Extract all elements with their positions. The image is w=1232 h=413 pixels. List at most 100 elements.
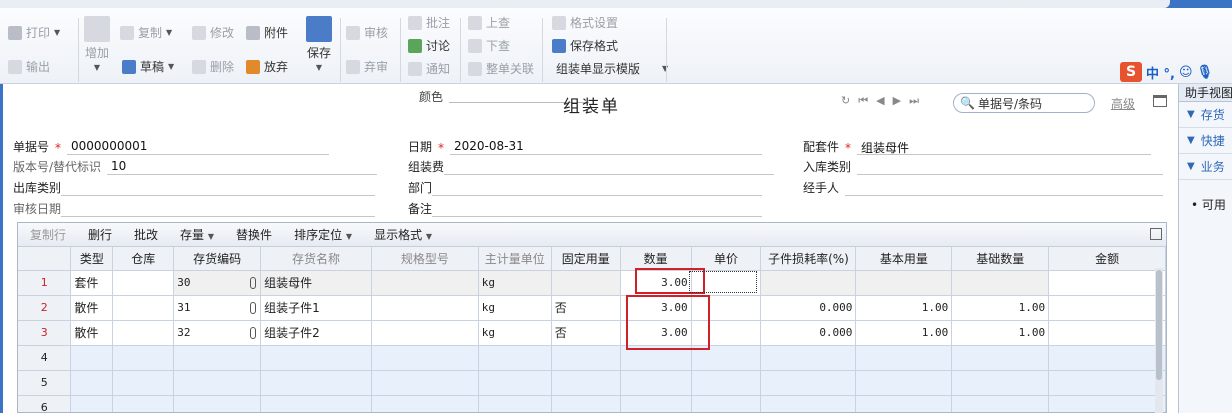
- format-icon: [552, 15, 566, 30]
- stock-button[interactable]: 存量 ▼: [180, 226, 214, 243]
- next-record-icon[interactable]: ▶: [893, 94, 901, 108]
- refresh-icon[interactable]: ↻: [841, 94, 850, 108]
- unaudit-button[interactable]: 弃审: [346, 58, 388, 75]
- save-format-button[interactable]: 保存格式: [552, 37, 618, 54]
- col-type[interactable]: 类型: [70, 247, 114, 271]
- remark-field[interactable]: 备注: [408, 200, 763, 217]
- scrollbar-thumb[interactable]: [1156, 270, 1162, 380]
- add-button[interactable]: 增加 ▼: [84, 16, 110, 72]
- col-amount[interactable]: 金额: [1048, 247, 1166, 271]
- assistant-panel: 助手视图 ▼ 存货 ▼ 快捷 ▼ 业务 • 可用: [1178, 84, 1232, 413]
- sort-button[interactable]: 排序定位 ▼: [294, 226, 352, 243]
- dept-field[interactable]: 部门: [408, 179, 763, 196]
- lookup-up-button[interactable]: 上查: [468, 14, 510, 31]
- col-base-usage[interactable]: 基本用量: [855, 247, 953, 271]
- output-button[interactable]: 输出: [8, 58, 50, 75]
- table-row-empty[interactable]: 4: [18, 345, 1166, 371]
- ime-bar[interactable]: S 中 °, ☺ 🎙: [1120, 62, 1213, 82]
- items-grid: 复制行 删行 批改 存量 ▼ 替换件 排序定位 ▼ 显示格式 ▼ 类型 仓库 存…: [17, 222, 1167, 413]
- paperclip-icon[interactable]: [250, 276, 257, 289]
- export-icon: [8, 59, 22, 74]
- mic-icon[interactable]: 🎙: [1197, 65, 1214, 80]
- col-fixed[interactable]: 固定用量: [551, 247, 621, 271]
- save-format-icon: [552, 38, 566, 53]
- expand-icon[interactable]: [1150, 228, 1162, 240]
- delete-row-button[interactable]: 删行: [88, 226, 112, 243]
- ime-status: 中 °,: [1146, 66, 1175, 82]
- prev-record-icon[interactable]: ◀: [876, 94, 884, 108]
- assistant-body: • 可用: [1191, 198, 1226, 212]
- assistant-section-stock[interactable]: ▼ 存货: [1179, 102, 1232, 128]
- display-format-button[interactable]: 显示格式 ▼: [374, 226, 432, 243]
- smiley-icon[interactable]: ☺: [1179, 65, 1193, 80]
- search-input[interactable]: 🔍 单据号/条码: [953, 93, 1095, 113]
- table-row[interactable]: 3 散件 32 组装子件2 kg 否 3.00 0.000 1.00 1.00: [18, 320, 1166, 346]
- out-type-field[interactable]: 出库类别: [13, 179, 376, 196]
- grid-toolbar: 复制行 删行 批改 存量 ▼ 替换件 排序定位 ▼ 显示格式 ▼: [18, 223, 1166, 247]
- document-area: 颜色 组装单 ↻ ⏮ ◀ ▶ ⏭ 🔍 单据号/条码 高级 单据号 * 0000000…: [0, 84, 1178, 413]
- whole-link-button[interactable]: 整单关联: [468, 60, 534, 77]
- notify-button[interactable]: 通知: [408, 60, 450, 77]
- audit-icon: [346, 25, 360, 40]
- table-row-empty[interactable]: 5: [18, 370, 1166, 396]
- delete-icon: [192, 59, 206, 74]
- col-code[interactable]: 存货编码: [173, 247, 262, 271]
- discard-button[interactable]: 放弃: [246, 58, 288, 75]
- col-warehouse[interactable]: 仓库: [112, 247, 175, 271]
- draft-icon: [122, 59, 136, 74]
- layout-icon[interactable]: [1153, 95, 1167, 107]
- advanced-link[interactable]: 高级: [1111, 95, 1135, 112]
- annotate-button[interactable]: 批注: [408, 14, 450, 31]
- cell-focus: [689, 271, 757, 293]
- table-row[interactable]: 2 散件 31 组装子件1 kg 否 3.00 0.000 1.00 1.00: [18, 295, 1166, 321]
- date-field[interactable]: 日期 * 2020-08-31: [408, 138, 763, 155]
- chevron-down-icon: ▼: [1187, 161, 1195, 172]
- col-name[interactable]: 存货名称: [260, 247, 372, 271]
- in-type-field[interactable]: 入库类别: [803, 158, 1164, 175]
- template-select[interactable]: 组装单显示模版▼: [556, 60, 668, 77]
- handler-field[interactable]: 经手人: [803, 179, 1164, 196]
- paperclip-icon[interactable]: [250, 301, 257, 314]
- col-price[interactable]: 单价: [691, 247, 762, 271]
- assembly-fee-field[interactable]: 组装费: [408, 158, 775, 175]
- audit-button[interactable]: 审核: [346, 24, 388, 41]
- format-settings-button[interactable]: 格式设置: [552, 14, 618, 31]
- save-button[interactable]: 保存 ▼: [306, 16, 332, 72]
- attach-button[interactable]: 附件: [246, 24, 288, 41]
- doc-no-field[interactable]: 单据号 * 0000000001: [13, 138, 330, 155]
- copy-button[interactable]: 复制 ▼: [120, 24, 172, 41]
- delete-button[interactable]: 删除: [192, 58, 234, 75]
- assistant-section-quick[interactable]: ▼ 快捷: [1179, 128, 1232, 154]
- version-field[interactable]: 版本号/替代标识 10: [13, 158, 378, 175]
- col-spec[interactable]: 规格型号: [371, 247, 479, 271]
- replace-button[interactable]: 替换件: [236, 226, 272, 243]
- items-table: 类型 仓库 存货编码 存货名称 规格型号 主计量单位 固定用量 数量 单价 子件…: [18, 247, 1166, 412]
- grid-scrollbar[interactable]: [1155, 268, 1163, 413]
- batch-edit-button[interactable]: 批改: [134, 226, 158, 243]
- print-button[interactable]: 打印 ▼: [8, 24, 60, 41]
- copy-row-button[interactable]: 复制行: [30, 226, 66, 243]
- arrow-down-icon: [468, 38, 482, 53]
- first-record-icon[interactable]: ⏮: [858, 94, 868, 108]
- unaudit-icon: [346, 59, 360, 74]
- paperclip-icon[interactable]: [250, 326, 257, 339]
- copy-icon: [120, 25, 134, 40]
- col-base-qty[interactable]: 基础数量: [951, 247, 1050, 271]
- col-unit[interactable]: 主计量单位: [478, 247, 552, 271]
- discuss-button[interactable]: 讨论: [408, 37, 450, 54]
- header-rownum: [18, 247, 72, 271]
- add-icon: [84, 16, 110, 42]
- sogou-icon: S: [1120, 62, 1142, 82]
- draft-button[interactable]: 草稿 ▼: [122, 58, 174, 75]
- lookup-down-button[interactable]: 下查: [468, 37, 510, 54]
- table-row-empty[interactable]: 6: [18, 395, 1166, 412]
- modify-button[interactable]: 修改: [192, 24, 234, 41]
- col-qty[interactable]: 数量: [620, 247, 692, 271]
- table-row[interactable]: 1 套件 30 组装母件 kg 3.00: [18, 270, 1166, 296]
- audit-date-field: 审核日期: [13, 200, 376, 217]
- assistant-section-business[interactable]: ▼ 业务: [1179, 154, 1232, 180]
- col-loss[interactable]: 子件损耗率(%): [760, 247, 857, 271]
- kit-field[interactable]: 配套件 * 组装母件: [803, 138, 1152, 155]
- last-record-icon[interactable]: ⏭: [909, 94, 919, 108]
- paperclip-icon: [246, 25, 260, 40]
